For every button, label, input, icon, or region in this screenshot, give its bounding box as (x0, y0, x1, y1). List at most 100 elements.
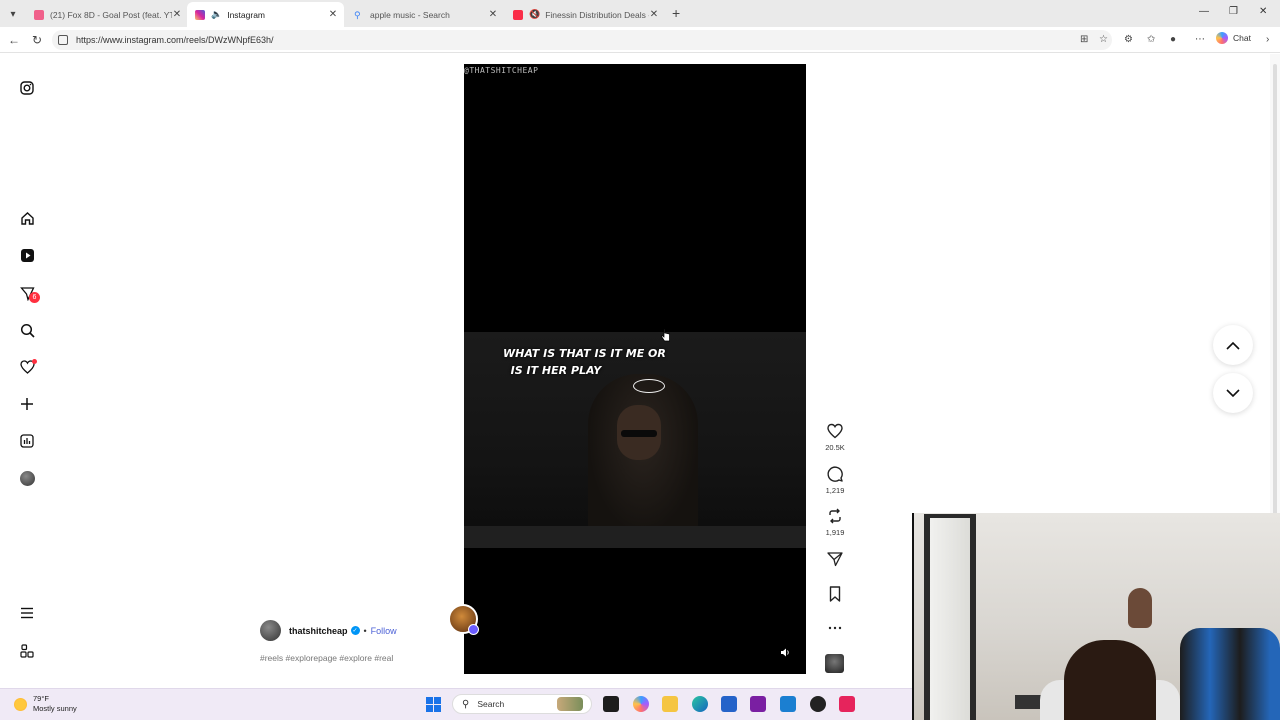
tiktok-icon[interactable] (839, 696, 855, 712)
audio-thumbnail[interactable] (825, 654, 844, 673)
tab-instagram[interactable]: 🔈 Instagram ✕ (187, 2, 344, 27)
weather-widget[interactable]: 79°F Mostly sunny (14, 694, 77, 714)
more-menu-icon[interactable] (18, 604, 36, 622)
webcam-door (930, 518, 970, 720)
tab-label: Instagram (227, 9, 266, 20)
task-view-icon[interactable] (603, 696, 619, 712)
volume-icon[interactable] (780, 648, 790, 659)
collab-avatar[interactable] (448, 604, 479, 635)
save-button[interactable] (824, 585, 846, 603)
video-desk (464, 526, 806, 548)
search-highlight-image (557, 697, 583, 711)
weather-temperature: 79°F (33, 694, 49, 703)
muted-speaker-icon[interactable]: 🔇 (529, 9, 540, 20)
close-tab-icon[interactable]: ✕ (172, 9, 182, 20)
instagram-logo-icon[interactable] (18, 79, 36, 97)
app-available-icon[interactable]: ⊞ (1080, 34, 1088, 45)
close-tab-icon[interactable]: ✕ (649, 9, 659, 20)
youtube-favicon-icon (34, 9, 44, 20)
webcam-gaming-chair (1180, 628, 1280, 720)
reel-author: thatshitcheap ✓ • Follow (260, 620, 397, 641)
app-icon-purple[interactable] (750, 696, 766, 712)
minimize-icon[interactable]: — (1199, 6, 1209, 17)
url-field[interactable]: https://www.instagram.com/reels/DWzWNpfE… (52, 30, 1112, 50)
file-explorer-icon[interactable] (662, 696, 678, 712)
instagram-favicon-icon (195, 9, 205, 20)
new-tab-icon[interactable]: + (672, 5, 680, 21)
tab-fox8d[interactable]: (21) Fox 8D - Goal Post (feat. YTB ✕ (26, 2, 188, 27)
author-username[interactable]: thatshitcheap (289, 626, 348, 636)
restore-icon[interactable]: ❐ (1229, 6, 1238, 17)
weather-condition: Mostly sunny (33, 704, 77, 713)
comment-count: 1,219 (825, 486, 845, 495)
copilot-chat-button[interactable]: Chat (1216, 32, 1251, 44)
edge-browser-icon[interactable] (692, 696, 708, 712)
comment-button[interactable]: 1,219 (824, 465, 846, 495)
chat-label: Chat (1233, 33, 1251, 43)
video-glasses (621, 430, 657, 437)
heart-icon (827, 423, 843, 439)
repost-button[interactable]: 1,919 (824, 507, 846, 537)
comment-icon (827, 466, 843, 482)
close-tab-icon[interactable]: ✕ (488, 9, 498, 20)
favorite-star-icon[interactable]: ☆ (1099, 34, 1108, 45)
search-icon: ⚲ (462, 698, 470, 710)
messages-badge: 6 (29, 292, 40, 303)
tab-actions-chevron-icon[interactable]: ▾ (5, 6, 21, 22)
also-from-meta-icon[interactable] (18, 642, 36, 660)
add-icon (468, 624, 479, 635)
extensions-icon[interactable]: ⚙ (1124, 34, 1133, 45)
follow-button[interactable]: Follow (371, 626, 397, 636)
separator-dot: • (363, 625, 367, 636)
more-options-icon[interactable]: ⋯ (1195, 34, 1205, 45)
previous-reel-button[interactable] (1213, 325, 1253, 365)
avatar (19, 470, 35, 486)
webcam-person (1064, 640, 1156, 720)
reel-hashtags[interactable]: #reels #explorepage #explore #real (260, 653, 393, 663)
copilot-app-icon[interactable] (633, 696, 649, 712)
taskbar-search-label: Search (477, 699, 505, 709)
create-plus-icon[interactable] (18, 395, 36, 413)
favorites-icon[interactable]: ✩ (1147, 34, 1155, 45)
speaker-icon[interactable]: 🔈 (211, 9, 222, 20)
tab-label: Finessin Distribution Deals - A (545, 9, 649, 20)
search-icon[interactable] (18, 321, 36, 339)
verified-badge-icon: ✓ (350, 626, 360, 635)
tab-label: apple music - Search (370, 9, 450, 20)
copilot-icon (1216, 32, 1228, 44)
close-window-icon[interactable]: ✕ (1259, 6, 1267, 17)
repost-icon (829, 508, 841, 524)
webcam-plush-toy (1128, 588, 1152, 628)
more-options-button[interactable] (824, 619, 846, 637)
dashboard-icon[interactable] (18, 432, 36, 450)
bookmark-icon (829, 586, 841, 602)
next-reel-button[interactable] (1213, 373, 1253, 413)
windows-start-icon[interactable] (426, 697, 441, 712)
share-button[interactable] (824, 550, 846, 568)
apple-music-favicon-icon (513, 9, 523, 20)
search-favicon-icon: ⚲ (354, 9, 361, 20)
outlook-icon[interactable] (780, 696, 796, 712)
tab-finessin[interactable]: 🔇 Finessin Distribution Deals - A ✕ (505, 2, 665, 27)
reels-icon[interactable] (18, 246, 36, 264)
close-tab-icon[interactable]: ✕ (328, 9, 338, 20)
share-icon (827, 552, 843, 567)
site-info-icon[interactable] (58, 35, 68, 45)
store-icon[interactable] (721, 696, 737, 712)
repost-count: 1,919 (825, 528, 845, 537)
url-text: https://www.instagram.com/reels/DWzWNpfE… (76, 35, 274, 45)
taskbar-search[interactable]: ⚲ Search (452, 694, 592, 714)
tab-apple-music-search[interactable]: ⚲ apple music - Search ✕ (346, 2, 504, 27)
tab-strip: ▾ (21) Fox 8D - Goal Post (feat. YTB ✕ 🔈… (0, 0, 1280, 27)
like-button[interactable]: 20.5K (824, 422, 846, 452)
chevron-up-icon (1226, 341, 1240, 350)
profile-avatar-icon[interactable]: ● (1170, 34, 1176, 45)
profile-icon[interactable] (18, 469, 36, 487)
home-icon[interactable] (18, 209, 36, 227)
app-icon-dark[interactable] (810, 696, 826, 712)
author-avatar[interactable] (260, 620, 281, 641)
refresh-icon[interactable]: ↻ (32, 33, 42, 47)
sidebar-toggle-icon[interactable]: › (1266, 34, 1269, 45)
video-watermark: @THATSHITCHEAP (464, 66, 539, 75)
back-arrow-icon[interactable]: ← (8, 33, 20, 47)
